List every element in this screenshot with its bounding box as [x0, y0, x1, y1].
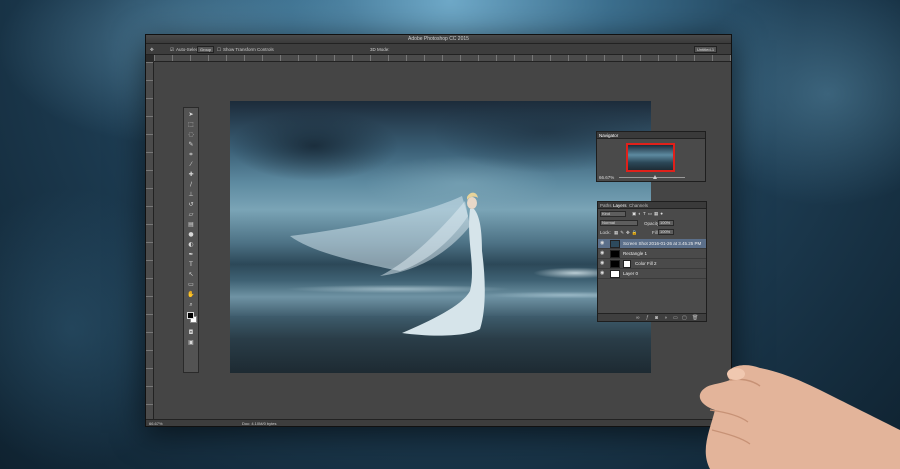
clone-stamp-tool-icon[interactable]: ⊥	[187, 191, 195, 198]
layer-mask-thumbnail	[623, 260, 631, 268]
show-transform-checkbox[interactable]: ☐	[217, 47, 221, 53]
options-bar: ✥ ☑ Auto-Select: Group ☐ Show Transform …	[146, 44, 731, 55]
layer-thumbnail	[610, 260, 620, 268]
layer-name[interactable]: Screen Shot 2016-01-26 at 3.45.25 PM	[623, 241, 701, 246]
woman-in-veil-figure	[290, 192, 485, 336]
visibility-eye-icon[interactable]: ◉	[600, 251, 605, 256]
window-title: Adobe Photoshop CC 2015	[408, 36, 469, 42]
navigator-tab-row: Navigator	[597, 132, 705, 139]
navigator-preview[interactable]	[626, 143, 675, 172]
navigator-zoom-value[interactable]: 66.67%	[599, 175, 614, 180]
layer-row[interactable]: ◉ Rectangle 1	[598, 249, 706, 259]
lock-icons[interactable]: ▦✎✥🔒	[614, 230, 639, 236]
quick-select-tool-icon[interactable]: ✎	[187, 141, 195, 148]
path-select-tool-icon[interactable]: ↖	[187, 271, 195, 278]
layer-name[interactable]: Rectangle 1	[623, 251, 647, 256]
workspace-dropdown[interactable]: Untitled-1	[694, 46, 718, 53]
link-layers-icon[interactable]: ∞	[636, 315, 640, 321]
layers-bottom-toolbar: ∞ ƒ ◙ ◑ ▭ ▢ 🗑	[598, 313, 706, 321]
fill-field[interactable]: 100%	[658, 229, 674, 235]
layers-panel: Paths Layers Channels Kind ▣◐T▭▦● Normal…	[597, 201, 707, 322]
horizontal-ruler[interactable]	[154, 55, 731, 62]
layer-filter-kind[interactable]: Kind	[600, 211, 626, 217]
opacity-field[interactable]: 100%	[658, 220, 674, 226]
add-mask-icon[interactable]: ◙	[655, 315, 658, 321]
healing-brush-tool-icon[interactable]: ✚	[187, 171, 195, 178]
show-transform-label: Show Transform Controls	[223, 47, 274, 52]
zoom-readout[interactable]: 66.67%	[149, 421, 163, 426]
visibility-eye-icon[interactable]: ◉	[600, 261, 605, 266]
type-tool-icon[interactable]: T	[187, 261, 195, 268]
tab-navigator[interactable]: Navigator	[599, 133, 618, 138]
layer-style-icon[interactable]: ƒ	[646, 315, 649, 321]
dodge-tool-icon[interactable]: ◐	[187, 241, 195, 248]
shape-tool-icon[interactable]: ▭	[187, 281, 195, 288]
hand-tool-icon[interactable]: ✋	[187, 291, 195, 298]
tab-layers[interactable]: Layers	[613, 203, 627, 208]
layers-tab-row: Paths Layers Channels	[598, 202, 706, 209]
adjustment-layer-icon[interactable]: ◑	[664, 315, 667, 321]
new-layer-icon[interactable]: ▢	[682, 315, 687, 321]
blur-tool-icon[interactable]: ●	[187, 231, 195, 238]
layer-name[interactable]: Color Fill 2	[635, 261, 657, 266]
lasso-tool-icon[interactable]: ◌	[187, 131, 195, 138]
crop-tool-icon[interactable]: ⌗	[187, 151, 195, 158]
doc-size-readout: Doc: 4.10M/0 bytes	[242, 421, 277, 426]
title-bar: Adobe Photoshop CC 2015	[146, 35, 731, 50]
new-group-icon[interactable]: ▭	[673, 315, 678, 321]
gradient-tool-icon[interactable]: ▤	[187, 221, 195, 228]
history-brush-tool-icon[interactable]: ↺	[187, 201, 195, 208]
layer-row[interactable]: ◉ Color Fill 2	[598, 259, 706, 269]
screen-mode-icon[interactable]: ▣	[187, 339, 195, 346]
tools-panel: ➤ ⬚ ◌ ✎ ⌗ ⁄ ✚ ∕ ⊥ ↺ ▱ ▤ ● ◐ ✒ T ↖ ▭ ✋ ⌕ …	[183, 107, 199, 373]
layer-thumbnail	[610, 240, 620, 248]
move-tool-icon[interactable]: ➤	[187, 111, 195, 118]
layer-filter-icons[interactable]: ▣◐T▭▦●	[632, 211, 665, 217]
visibility-eye-icon[interactable]: ◉	[600, 241, 605, 246]
auto-select-checkbox[interactable]: ☑	[170, 47, 174, 53]
layer-row[interactable]: ◉ Layer 0	[598, 269, 706, 279]
pen-tool-icon[interactable]: ✒	[187, 251, 195, 258]
layer-row[interactable]: ◉ Screen Shot 2016-01-26 at 3.45.25 PM	[598, 239, 706, 249]
navigator-zoom-slider[interactable]	[619, 177, 685, 178]
navigator-slider-handle[interactable]	[653, 175, 657, 179]
brush-tool-icon[interactable]: ∕	[187, 181, 195, 188]
marquee-tool-icon[interactable]: ⬚	[187, 121, 195, 128]
lock-label: Lock:	[600, 230, 611, 235]
move-tool-icon[interactable]: ✥	[150, 47, 154, 53]
status-bar: 66.67% Doc: 4.10M/0 bytes	[146, 419, 731, 426]
3d-mode-label: 3D Mode:	[370, 47, 390, 52]
document-canvas-photo[interactable]	[230, 101, 651, 373]
tab-paths[interactable]: Paths	[600, 203, 612, 208]
layer-name[interactable]: Layer 0	[623, 271, 638, 276]
blend-mode-dropdown[interactable]: Normal	[600, 220, 638, 226]
hand-holding-screen	[699, 365, 900, 469]
delete-layer-icon[interactable]: 🗑	[692, 315, 698, 321]
visibility-eye-icon[interactable]: ◉	[600, 271, 605, 276]
zoom-tool-icon[interactable]: ⌕	[187, 301, 195, 308]
navigator-panel: Navigator 66.67%	[596, 131, 706, 182]
tab-channels[interactable]: Channels	[629, 203, 648, 208]
layer-thumbnail	[610, 250, 620, 258]
auto-select-dropdown[interactable]: Group	[197, 46, 215, 53]
color-swatches	[184, 312, 198, 326]
layer-thumbnail	[610, 270, 620, 278]
vertical-ruler[interactable]	[146, 62, 154, 419]
eyedropper-tool-icon[interactable]: ⁄	[187, 161, 195, 168]
foreground-color-swatch[interactable]	[187, 312, 194, 319]
quick-mask-icon[interactable]: ◘	[187, 329, 195, 336]
eraser-tool-icon[interactable]: ▱	[187, 211, 195, 218]
